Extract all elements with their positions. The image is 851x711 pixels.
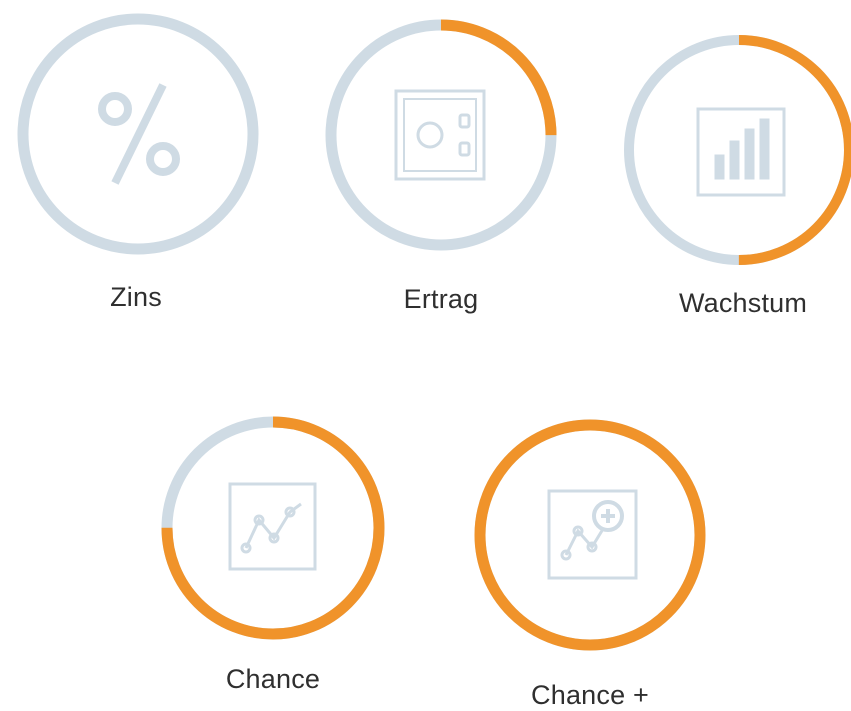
option-label: Zins — [110, 282, 162, 312]
line-chart-plus-icon — [547, 489, 638, 580]
progress-ring — [161, 416, 385, 640]
option-label: Chance + — [531, 680, 649, 710]
line-chart-icon — [228, 482, 317, 571]
progress-ring — [624, 35, 851, 265]
progress-ring — [325, 19, 557, 251]
option-label: Chance — [225, 664, 321, 694]
option-label: Ertrag — [403, 284, 479, 314]
bar-chart-icon — [696, 107, 786, 197]
progress-ring — [17, 13, 259, 255]
safe-icon — [394, 89, 486, 181]
option-label: Wachstum — [678, 288, 808, 318]
percent-icon — [98, 83, 180, 185]
progress-ring — [474, 419, 706, 651]
